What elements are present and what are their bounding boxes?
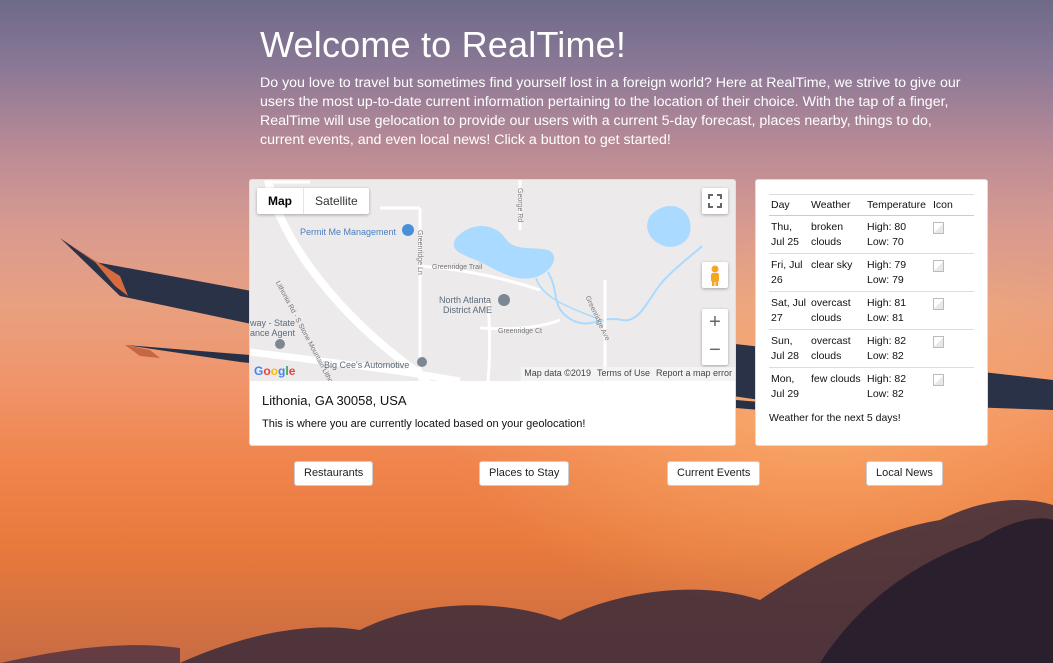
fullscreen-icon [708,194,722,208]
forecast-high: High: 79 [867,259,907,271]
map-label-big-cees: Big Cee's Automotive [324,360,410,370]
zoom-in-button[interactable]: + [702,309,728,337]
forecast-weather: broken clouds [809,215,865,254]
map-label-agency-2: ance Agent [250,328,296,338]
forecast-icon-cell [931,329,974,368]
google-logo[interactable]: Google [254,364,295,378]
forecast-low: Low: 82 [867,388,904,400]
forecast-icon-cell [931,291,974,330]
pegman-icon [711,265,719,286]
forecast-low: Low: 82 [867,350,904,362]
report-map-error-link[interactable]: Report a map error [653,367,735,381]
zoom-control: + − [702,309,728,365]
forecast-day: Sat, Jul 27 [769,291,809,330]
map-card: Permit Me Management North Atlanta Distr… [249,179,736,446]
forecast-high: High: 82 [867,373,907,385]
forecast-temperature: High: 82 Low: 82 [865,367,931,405]
col-header-weather: Weather [809,194,865,216]
forecast-caption: Weather for the next 5 days! [769,412,901,424]
road-label-greenridge-ct: Greenridge Ct [498,328,542,335]
forecast-icon-cell [931,253,974,292]
road-label-greenridge-trail: Greenridge Trail [432,264,483,271]
forecast-table: Day Weather Temperature Icon Thu, Jul 25… [769,194,974,405]
map-label-north-atlanta: North Atlanta [439,295,492,305]
table-row: Fri, Jul 26 clear sky High: 79 Low: 79 [769,253,974,292]
map-type-control: Map Satellite [257,188,369,214]
restaurants-button[interactable]: Restaurants [294,461,374,486]
col-header-temperature: Temperature [865,194,931,216]
forecast-high: High: 80 [867,221,907,233]
forecast-day: Mon, Jul 29 [769,367,809,405]
broken-image-icon [933,222,944,234]
forecast-icon-cell [931,215,974,254]
forecast-temperature: High: 81 Low: 81 [865,291,931,330]
map-label-district-ame: District AME [443,305,493,315]
zoom-out-button[interactable]: − [702,337,728,365]
table-row: Mon, Jul 29 few clouds High: 82 Low: 82 [769,367,974,405]
table-row: Sat, Jul 27 overcast clouds High: 81 Low:… [769,291,974,330]
forecast-day: Fri, Jul 26 [769,253,809,292]
forecast-icon-cell [931,367,974,405]
map-attribution-bar: Map data ©2019 Terms of Use Report a map… [521,367,735,381]
road-label-george: George Rd [516,188,523,223]
broken-image-icon [933,374,944,386]
forecast-temperature: High: 79 Low: 79 [865,253,931,292]
col-header-day: Day [769,194,809,216]
broken-image-icon [933,298,944,310]
map-label-agency: way - State [250,318,296,328]
forecast-low: Low: 79 [867,274,904,286]
current-events-button[interactable]: Current Events [667,461,761,486]
forecast-high: High: 81 [867,297,907,309]
map-data-credit: Map data ©2019 [524,368,591,378]
forecast-weather: overcast clouds [809,329,865,368]
col-header-icon: Icon [931,194,974,216]
page-title: Welcome to RealTime! [260,24,627,65]
map-type-map-button[interactable]: Map [257,188,303,214]
hero-section: Welcome to RealTime! Do you love to trav… [260,24,990,150]
broken-image-icon [933,336,944,348]
forecast-low: Low: 70 [867,236,904,248]
forecast-weather: overcast clouds [809,291,865,330]
intro-paragraph: Do you love to travel but sometimes find… [260,75,961,148]
location-description: This is where you are currently located … [262,418,586,430]
broken-image-icon [933,260,944,272]
map-type-satellite-button[interactable]: Satellite [303,188,369,214]
forecast-temperature: High: 82 Low: 82 [865,329,931,368]
forecast-day: Sun, Jul 28 [769,329,809,368]
street-view-pegman-button[interactable] [702,262,728,288]
fullscreen-button[interactable] [702,188,728,214]
table-row: Sun, Jul 28 overcast clouds High: 82 Low:… [769,329,974,368]
google-map[interactable]: Permit Me Management North Atlanta Distr… [250,180,735,381]
places-to-stay-button[interactable]: Places to Stay [479,461,570,486]
weather-card: Day Weather Temperature Icon Thu, Jul 25… [755,179,988,446]
forecast-low: Low: 81 [867,312,904,324]
road-label-greenridge-ln: Greenridge Ln [416,230,423,275]
forecast-high: High: 82 [867,335,907,347]
table-row: Thu, Jul 25 broken clouds High: 80 Low: 7… [769,215,974,254]
forecast-header-row: Day Weather Temperature Icon [769,194,974,216]
forecast-weather: few clouds [809,367,865,405]
forecast-temperature: High: 80 Low: 70 [865,215,931,254]
terms-of-use-link[interactable]: Terms of Use [594,367,653,381]
forecast-weather: clear sky [809,253,865,292]
forecast-day: Thu, Jul 25 [769,215,809,254]
local-news-button[interactable]: Local News [866,461,943,486]
location-title: Lithonia, GA 30058, USA [262,393,407,408]
map-label-permit: Permit Me Management [300,227,397,237]
